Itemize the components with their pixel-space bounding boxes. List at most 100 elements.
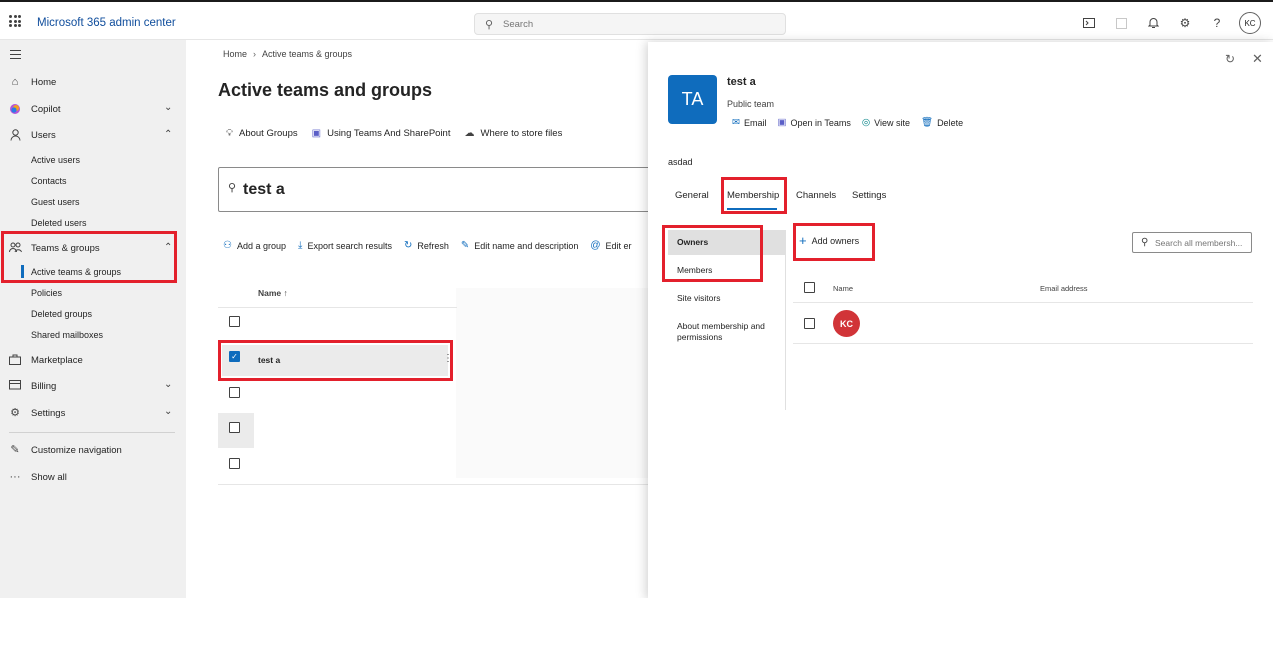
nav-show-all[interactable]: ··· Show all: [0, 467, 186, 487]
bell-icon[interactable]: [1143, 13, 1163, 33]
nav-customize[interactable]: ✎ Customize navigation: [0, 440, 186, 460]
view-site-action[interactable]: ◎ View site: [862, 117, 910, 128]
nav-active-users[interactable]: Active users: [31, 155, 80, 165]
tab-general[interactable]: General: [675, 190, 709, 201]
download-icon: ⤓: [298, 240, 303, 251]
nav-shared-mailboxes[interactable]: Shared mailboxes: [31, 330, 103, 340]
search-icon: ⚲: [228, 182, 237, 194]
header-divider: [793, 302, 1253, 303]
close-icon[interactable]: ✕: [1252, 51, 1263, 67]
person-icon: [9, 129, 21, 141]
nav-contacts[interactable]: Contacts: [31, 176, 67, 186]
highlight-add-owners: [793, 223, 875, 261]
chevron-down-icon[interactable]: ⌄: [164, 406, 172, 417]
terminal-icon[interactable]: [1079, 13, 1099, 33]
highlight-teams-groups: [1, 231, 177, 283]
group-search-value[interactable]: test a: [243, 181, 285, 199]
select-all-checkbox[interactable]: [804, 282, 815, 293]
membership-search-input[interactable]: [1155, 236, 1249, 250]
row-divider: [793, 343, 1253, 344]
nav-deleted-groups[interactable]: Deleted groups: [31, 309, 92, 319]
nav-home[interactable]: ⌂ Home: [0, 72, 186, 92]
open-in-teams-action[interactable]: ▣ Open in Teams: [777, 117, 850, 128]
row-checkbox[interactable]: [229, 316, 240, 327]
owner-row-checkbox[interactable]: [804, 318, 815, 329]
group-name: test a: [727, 76, 756, 88]
app-title[interactable]: Microsoft 365 admin center: [37, 17, 176, 29]
user-avatar[interactable]: KC: [1239, 12, 1261, 34]
table-bottom-divider: [218, 484, 648, 485]
global-search-input[interactable]: [503, 16, 773, 32]
waffle-icon[interactable]: [9, 15, 21, 27]
group-tile: TA: [668, 75, 717, 124]
row-checkbox[interactable]: [229, 387, 240, 398]
home-icon: ⌂: [11, 76, 19, 88]
email-action[interactable]: ✉ Email: [732, 117, 766, 128]
breadcrumb-home[interactable]: Home: [223, 49, 247, 59]
row-checkbox[interactable]: [229, 458, 240, 469]
panel-divider: [785, 230, 786, 410]
teams-sharepoint-link[interactable]: ▣ Using Teams And SharePoint: [312, 128, 451, 139]
chevron-right-icon: ›: [253, 49, 257, 59]
delete-action[interactable]: 🗑︎ Delete: [921, 117, 963, 128]
panel-actions: ✉ Email ▣ Open in Teams ◎ View site 🗑︎ Delet…: [732, 117, 963, 128]
sidebar: ⌂ Home Copilot ⌄ Users ⌃ Active users Co…: [0, 40, 186, 598]
membership-search[interactable]: ⚲: [1132, 232, 1252, 253]
nav-about-membership[interactable]: About membership and permissions: [677, 321, 777, 343]
nav-settings[interactable]: ⚙ Settings ⌄: [0, 403, 186, 423]
add-person-icon: ⚇: [223, 240, 232, 251]
about-groups-link[interactable]: 💡︎ About Groups: [226, 128, 298, 139]
lightbulb-icon: 💡︎: [226, 128, 233, 139]
column-header-name[interactable]: Name ↑: [258, 288, 288, 298]
search-icon: ⚲: [485, 19, 494, 31]
group-detail-panel: ↻ ✕ TA test a Public team ✉ Email ▣ Open i…: [648, 42, 1273, 598]
refresh-button[interactable]: ↻ Refresh: [404, 240, 449, 251]
search-icon: ⚲: [1141, 237, 1149, 248]
help-icon[interactable]: ?: [1207, 13, 1227, 33]
tab-channels[interactable]: Channels: [796, 190, 836, 201]
edit-email-button[interactable]: @ Edit er: [590, 240, 631, 251]
add-group-button[interactable]: ⚇ Add a group: [223, 240, 286, 251]
nav-site-visitors[interactable]: Site visitors: [677, 293, 720, 303]
highlight-selected-row: [218, 340, 453, 381]
chevron-down-icon[interactable]: ⌄: [164, 102, 172, 113]
refresh-icon: ↻: [403, 240, 413, 251]
chevron-down-icon[interactable]: ⌄: [164, 379, 172, 390]
teams-icon: ▣: [777, 117, 787, 128]
nav-marketplace[interactable]: Marketplace: [0, 350, 186, 370]
group-search-box[interactable]: ⚲ test a: [218, 167, 658, 212]
owner-avatar[interactable]: KC: [833, 310, 860, 337]
app-launch-icon[interactable]: [1111, 13, 1131, 33]
admin-window: Microsoft 365 admin center ⚲ ⚙ ? KC ⌂ Ho…: [0, 0, 1273, 598]
nav-users[interactable]: Users ⌃: [0, 125, 186, 145]
nav-policies[interactable]: Policies: [31, 288, 62, 298]
tab-settings[interactable]: Settings: [852, 190, 886, 201]
highlight-membership-tab: [721, 177, 787, 214]
highlight-owners-members: [662, 225, 763, 282]
global-search[interactable]: ⚲: [474, 13, 786, 35]
column-name[interactable]: Name: [833, 284, 853, 293]
store-files-link[interactable]: ☁ Where to store files: [464, 128, 562, 139]
chevron-up-icon[interactable]: ⌃: [164, 129, 172, 140]
header-divider: [218, 307, 457, 308]
hamburger-icon[interactable]: [10, 50, 21, 61]
row-checkbox[interactable]: [229, 422, 240, 433]
export-button[interactable]: ⤓ Export search results: [298, 240, 392, 251]
gear-icon[interactable]: ⚙: [1175, 13, 1195, 33]
refresh-icon[interactable]: ↻: [1225, 52, 1235, 66]
nav-deleted-users[interactable]: Deleted users: [31, 218, 87, 228]
edit-name-button[interactable]: ✎ Edit name and description: [461, 240, 578, 251]
nav-divider: [9, 432, 175, 433]
group-description: asdad: [668, 157, 693, 167]
more-icon: ···: [9, 471, 21, 483]
page-title: Active teams and groups: [218, 80, 433, 100]
nav-copilot[interactable]: Copilot ⌄: [0, 99, 186, 119]
card-icon: [9, 380, 21, 392]
sort-arrow-icon: ↑: [283, 288, 288, 298]
nav-guest-users[interactable]: Guest users: [31, 197, 80, 207]
pencil-icon: ✎: [460, 240, 470, 251]
mail-icon: ✉: [732, 117, 740, 128]
gear-icon: ⚙: [10, 407, 20, 419]
column-email[interactable]: Email address: [1040, 284, 1088, 293]
nav-billing[interactable]: Billing ⌄: [0, 376, 186, 396]
